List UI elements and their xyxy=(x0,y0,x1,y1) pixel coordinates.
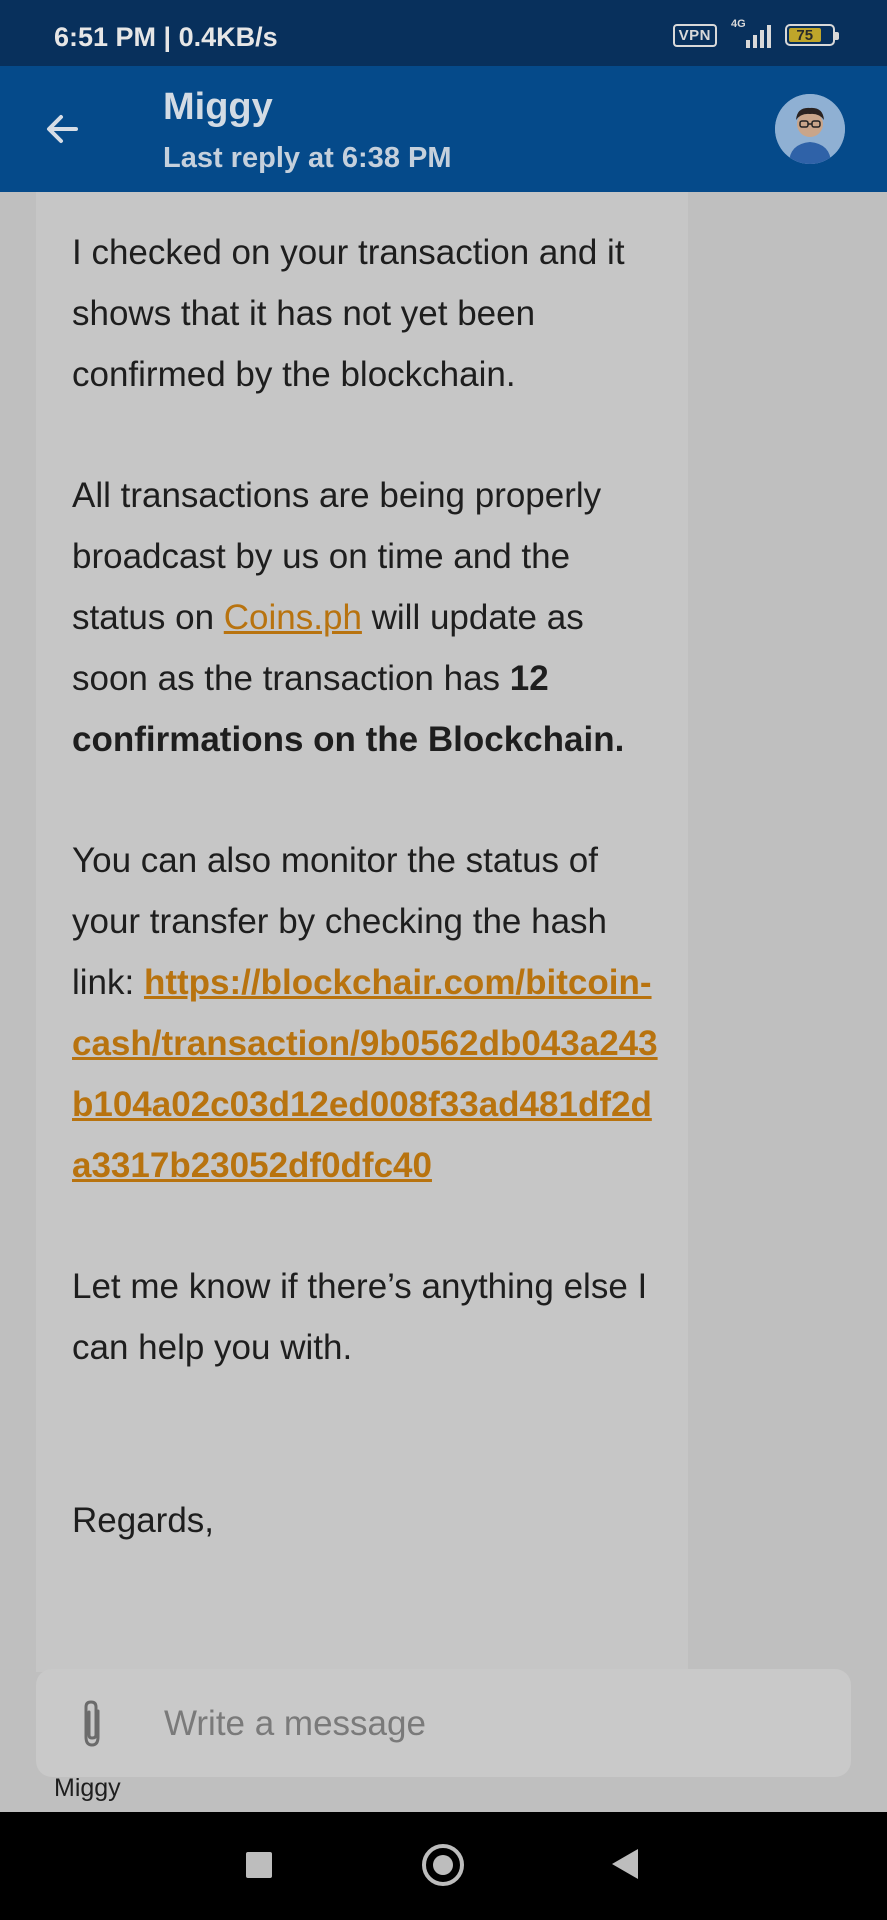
last-reply-status: Last reply at 6:38 PM xyxy=(163,142,452,174)
status-time: 6:51 PM | 0.4KB/s xyxy=(54,22,278,52)
home-icon[interactable] xyxy=(422,1844,464,1886)
message-input[interactable] xyxy=(162,1693,806,1755)
status-bar: 6:51 PM | 0.4KB/s VPN 4G 75 xyxy=(0,0,887,66)
message-paragraph: I checked on your transaction and it sho… xyxy=(72,233,625,394)
message-paragraph: All transactions are being properly broa… xyxy=(72,465,662,770)
message-signoff: Regards, xyxy=(72,1501,215,1540)
signal-icon: 4G xyxy=(731,18,771,48)
chat-header: Miggy Last reply at 6:38 PM xyxy=(0,66,887,192)
message-text: I checked on your transaction and it sho… xyxy=(72,222,662,1551)
coins-ph-link[interactable]: Coins.ph xyxy=(224,598,362,637)
battery-level: 75 xyxy=(796,26,814,44)
system-nav-bar xyxy=(0,1812,887,1920)
message-paragraph: You can also monitor the status of your … xyxy=(72,830,662,1196)
back-triangle-icon[interactable] xyxy=(612,1849,638,1879)
message-composer xyxy=(36,1669,851,1777)
battery-icon: 75 xyxy=(785,24,839,46)
status-icons: VPN 4G 75 xyxy=(672,18,839,48)
back-arrow-icon[interactable] xyxy=(40,106,86,152)
contact-name: Miggy xyxy=(163,86,273,128)
paperclip-icon[interactable] xyxy=(72,1697,112,1751)
agent-avatar-icon xyxy=(775,94,845,164)
message-paragraph: Let me know if there’s anything else I c… xyxy=(72,1267,648,1367)
blockchair-hash-link[interactable]: https://blockchair.com/bitcoin-cash/tran… xyxy=(72,963,658,1185)
network-type: 4G xyxy=(731,18,746,30)
sender-label: Miggy xyxy=(54,1774,121,1802)
avatar[interactable] xyxy=(775,94,845,164)
recent-apps-icon[interactable] xyxy=(246,1852,272,1878)
vpn-icon: VPN xyxy=(672,23,717,47)
